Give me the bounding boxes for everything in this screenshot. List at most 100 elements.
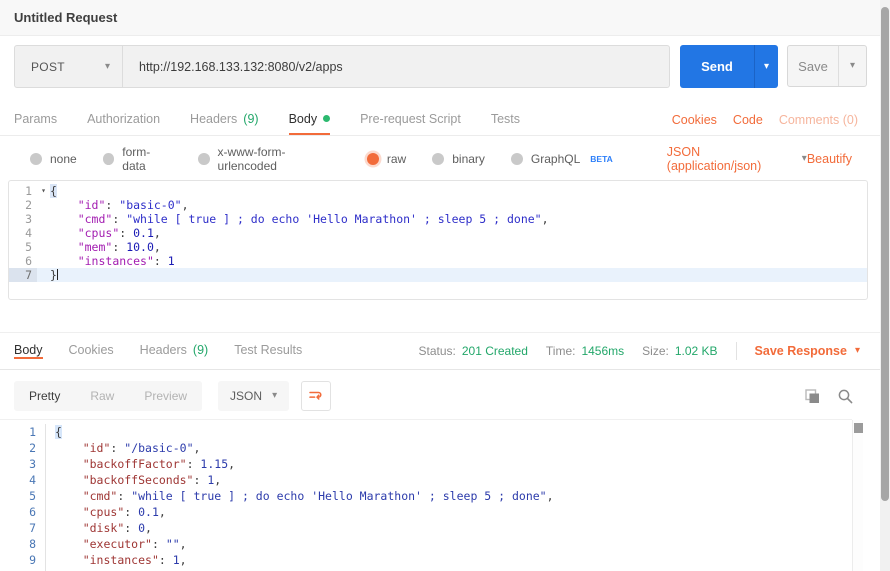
view-preview[interactable]: Preview — [129, 381, 202, 411]
response-tabs: Body Cookies Headers (9) Test Results — [14, 333, 302, 369]
line-number: 6 — [9, 254, 37, 268]
code-text: "disk": 0, — [46, 520, 852, 536]
code-line[interactable]: 3 "cmd": "while [ true ] ; do echo 'Hell… — [9, 212, 867, 226]
line-number: 4 — [9, 226, 37, 240]
save-options-button[interactable]: ▾ — [838, 46, 866, 86]
response-meta-row: Body Cookies Headers (9) Test Results St… — [0, 333, 880, 370]
line-number: 5 — [0, 488, 46, 504]
response-scrollbar-thumb[interactable] — [854, 423, 863, 433]
fold-gutter — [37, 268, 50, 282]
view-pretty[interactable]: Pretty — [14, 381, 75, 411]
url-input[interactable]: http://192.168.133.132:8080/v2/apps — [123, 60, 669, 74]
beautify-link[interactable]: Beautify — [807, 152, 852, 166]
send-button[interactable]: Send — [680, 45, 754, 88]
view-raw[interactable]: Raw — [75, 381, 129, 411]
save-button-group: Save ▾ — [787, 45, 867, 87]
code-line: 2 "id": "/basic-0", — [0, 440, 852, 456]
window-scrollbar-thumb[interactable] — [881, 7, 889, 501]
search-button[interactable] — [837, 388, 854, 405]
code-line: 1{ — [0, 424, 852, 440]
line-number: 9 — [0, 552, 46, 568]
code-line: 7 "disk": 0, — [0, 520, 852, 536]
code-text: "backoffFactor": 1.15, — [46, 456, 852, 472]
code-line: 6 "cpus": 0.1, — [0, 504, 852, 520]
headers-count-badge: (9) — [243, 112, 258, 126]
radio-icon — [30, 153, 42, 165]
url-group: POST ▾ http://192.168.133.132:8080/v2/ap… — [14, 45, 670, 88]
response-scrollbar[interactable] — [852, 420, 863, 571]
copy-button[interactable] — [804, 388, 821, 405]
status-badge: Status: 201 Created — [418, 344, 527, 358]
code-link[interactable]: Code — [733, 113, 763, 127]
code-text: } — [50, 268, 867, 282]
method-value: POST — [31, 60, 65, 74]
radio-x-www-form-urlencoded[interactable]: x-www-form-urlencoded — [198, 145, 341, 173]
tab-response-cookies[interactable]: Cookies — [69, 343, 114, 359]
line-number: 4 — [0, 472, 46, 488]
fold-icon[interactable]: ▾ — [37, 184, 50, 198]
tab-params[interactable]: Params — [14, 104, 57, 135]
tab-headers[interactable]: Headers (9) — [190, 104, 259, 135]
line-number: 7 — [0, 520, 46, 536]
fold-gutter — [37, 240, 50, 254]
fold-gutter — [37, 212, 50, 226]
tab-authorization[interactable]: Authorization — [87, 104, 160, 135]
request-tabs: Params Authorization Headers (9) Body Pr… — [0, 104, 880, 136]
radio-icon — [511, 153, 523, 165]
tab-pre-request-script[interactable]: Pre-request Script — [360, 104, 461, 135]
code-text: "id": "/basic-0", — [46, 440, 852, 456]
cookies-link[interactable]: Cookies — [672, 113, 717, 127]
postman-app: Untitled Request POST ▾ http://192.168.1… — [0, 0, 890, 571]
tab-test-results[interactable]: Test Results — [234, 343, 302, 359]
radio-raw[interactable]: raw — [367, 152, 406, 166]
save-button[interactable]: Save — [788, 46, 838, 86]
code-text: "cmd": "while [ true ] ; do echo 'Hello … — [50, 212, 867, 226]
chevron-down-icon: ▾ — [855, 346, 860, 356]
format-select[interactable]: JSON ▾ — [218, 381, 289, 411]
wrap-line-icon — [308, 388, 324, 404]
wrap-line-button[interactable] — [301, 381, 331, 411]
body-modified-dot-icon — [323, 115, 330, 122]
code-line[interactable]: 5 "mem": 10.0, — [9, 240, 867, 254]
request-body-editor[interactable]: 1▾{2 "id": "basic-0",3 "cmd": "while [ t… — [8, 180, 868, 300]
method-select[interactable]: POST ▾ — [15, 46, 123, 87]
tab-response-body[interactable]: Body — [14, 343, 43, 359]
code-line[interactable]: 2 "id": "basic-0", — [9, 198, 867, 212]
code-line[interactable]: 6 "instances": 1 — [9, 254, 867, 268]
code-line: 3 "backoffFactor": 1.15, — [0, 456, 852, 472]
code-line[interactable]: 7} — [9, 268, 867, 282]
response-stats: Status: 201 Created Time: 1456ms Size: 1… — [418, 342, 860, 360]
code-line: 5 "cmd": "while [ true ] ; do echo 'Hell… — [0, 488, 852, 504]
line-number: 3 — [9, 212, 37, 226]
window-scrollbar[interactable] — [880, 0, 890, 571]
content-type-select[interactable]: JSON (application/json) ▾ — [667, 145, 807, 173]
comments-link[interactable]: Comments (0) — [779, 113, 858, 127]
tab-tests[interactable]: Tests — [491, 104, 520, 135]
save-response-button[interactable]: Save Response ▾ — [755, 344, 860, 358]
tab-body[interactable]: Body — [289, 104, 331, 135]
radio-none[interactable]: none — [30, 152, 77, 166]
response-body-viewer: 1{2 "id": "/basic-0",3 "backoffFactor": … — [0, 419, 852, 571]
code-line[interactable]: 4 "cpus": 0.1, — [9, 226, 867, 240]
chevron-down-icon: ▾ — [764, 62, 769, 72]
search-icon — [837, 388, 854, 405]
radio-form-data[interactable]: form-data — [103, 145, 172, 173]
code-text: "cpus": 0.1, — [50, 226, 867, 240]
text-cursor — [57, 269, 58, 280]
send-options-button[interactable]: ▾ — [754, 45, 778, 88]
radio-graphql[interactable]: GraphQL BETA — [511, 152, 613, 166]
code-line[interactable]: 1▾{ — [9, 184, 867, 198]
beta-badge: BETA — [590, 154, 613, 164]
line-number: 1 — [0, 424, 46, 440]
tab-response-headers[interactable]: Headers (9) — [140, 343, 209, 359]
line-number: 6 — [0, 504, 46, 520]
code-text: "instances": 1, — [46, 552, 852, 568]
time-badge: Time: 1456ms — [546, 344, 624, 358]
code-text: "executor": "", — [46, 536, 852, 552]
code-text: "backoffSeconds": 1, — [46, 472, 852, 488]
divider — [736, 342, 737, 360]
line-number: 8 — [0, 536, 46, 552]
size-badge: Size: 1.02 KB — [642, 344, 717, 358]
radio-binary[interactable]: binary — [432, 152, 485, 166]
chevron-down-icon: ▾ — [272, 391, 277, 401]
